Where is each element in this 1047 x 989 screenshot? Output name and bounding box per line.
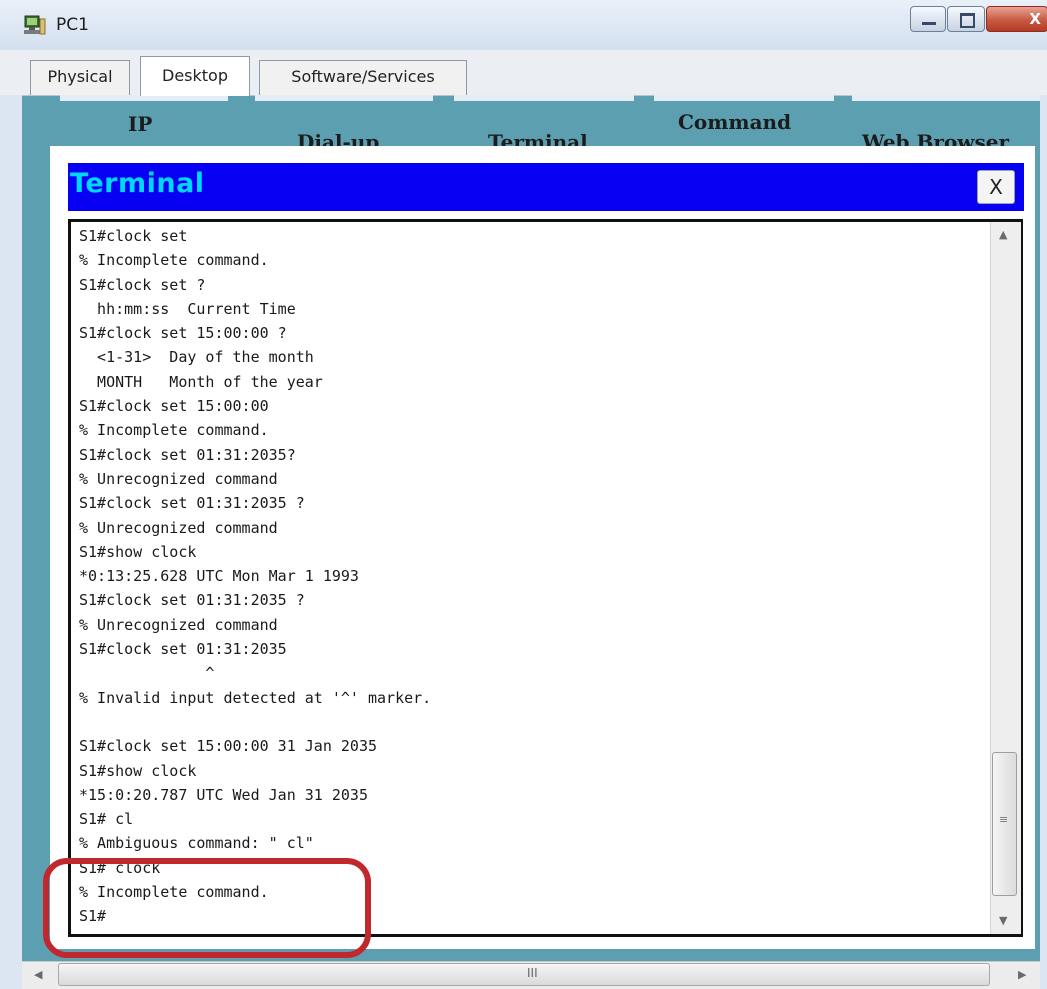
- minimize-icon: [922, 22, 936, 25]
- scroll-up-arrow-icon[interactable]: ▲: [999, 228, 1007, 241]
- terminal-line: S1#clock set 01:31:2035 ?: [79, 494, 305, 513]
- terminal-line: S1#clock set 01:31:2035 ?: [79, 591, 305, 610]
- scroll-left-arrow-icon[interactable]: ◀: [34, 968, 42, 981]
- terminal-scroll-thumb[interactable]: ≡: [992, 752, 1017, 896]
- tab-desktop[interactable]: Desktop: [140, 56, 250, 96]
- terminal-line: *15:0:20.787 UTC Wed Jan 31 2035: [79, 785, 368, 804]
- scroll-down-arrow-icon[interactable]: ▼: [999, 914, 1007, 927]
- terminal-line: S1#clock set 15:00:00 ?: [79, 324, 287, 343]
- minimize-button[interactable]: [910, 6, 946, 32]
- terminal-line: <1-31> Day of the month: [79, 348, 314, 367]
- horizontal-scroll-grip: III: [527, 966, 538, 980]
- terminal-line: % Ambiguous command: " cl": [79, 834, 314, 853]
- scroll-right-arrow-icon[interactable]: ▶: [1018, 968, 1026, 981]
- terminal-line: S1#clock set 15:00:00: [79, 397, 269, 416]
- highlight-annotation: [43, 858, 371, 958]
- terminal-dialog-title-bar[interactable]: Terminal: [68, 163, 1024, 211]
- terminal-line: S1#clock set 01:31:2035?: [79, 445, 296, 464]
- terminal-close-button[interactable]: X: [977, 170, 1015, 204]
- terminal-console[interactable]: S1#clock set % Incomplete command. S1#cloc…: [68, 219, 1023, 937]
- terminal-line: *0:13:25.628 UTC Mon Mar 1 1993: [79, 567, 359, 586]
- scroll-grip-icon: ≡: [999, 813, 1009, 826]
- terminal-line: S1#clock set: [79, 227, 188, 245]
- horizontal-scroll-thumb[interactable]: [58, 963, 990, 986]
- terminal-line: ^: [79, 664, 215, 683]
- window-title-bar[interactable]: PC1: [0, 0, 1047, 50]
- terminal-line: % Incomplete command.: [79, 421, 269, 440]
- terminal-line: S1#show clock: [79, 761, 197, 780]
- close-icon: X: [1029, 10, 1041, 28]
- terminal-line: MONTH Month of the year: [79, 372, 323, 391]
- terminal-line: % Incomplete command.: [79, 251, 269, 270]
- terminal-line: % Unrecognized command: [79, 518, 278, 537]
- pc-computer-icon: [24, 15, 46, 35]
- terminal-line: hh:mm:ss Current Time: [79, 299, 296, 318]
- app-command-label: Command: [678, 110, 792, 134]
- maximize-icon: [960, 13, 975, 28]
- terminal-line: % Unrecognized command: [79, 615, 278, 634]
- terminal-line: S1# cl: [79, 810, 134, 829]
- tab-physical[interactable]: Physical: [30, 60, 130, 95]
- terminal-line: S1#clock set 15:00:00 31 Jan 2035: [79, 737, 378, 756]
- app-ip-label: IP: [128, 112, 153, 136]
- window-title: PC1: [56, 15, 89, 35]
- terminal-line: % Invalid input detected at '^' marker.: [79, 688, 432, 707]
- terminal-output: S1#clock set % Incomplete command. S1#cloc…: [79, 224, 989, 929]
- terminal-line: S1#clock set 01:31:2035: [79, 640, 287, 659]
- terminal-line: S1#clock set ?: [79, 275, 206, 294]
- close-window-button[interactable]: X: [986, 6, 1047, 32]
- terminal-line: S1#show clock: [79, 542, 197, 561]
- terminal-dialog-title: Terminal: [70, 168, 205, 199]
- maximize-button[interactable]: [947, 6, 985, 32]
- tab-software-services[interactable]: Software/Services: [259, 60, 467, 95]
- terminal-line: % Unrecognized command: [79, 469, 278, 488]
